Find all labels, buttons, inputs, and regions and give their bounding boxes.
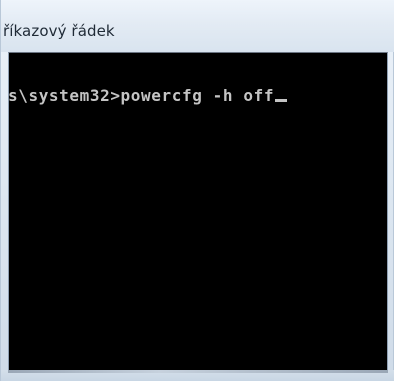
command-prompt-window: říkazový řádek s\system32>powercfg -h of… <box>0 0 394 381</box>
console-area[interactable]: s\system32>powercfg -h off <box>8 52 388 370</box>
title-bar[interactable]: říkazový řádek <box>1 0 394 52</box>
window-title: říkazový řádek <box>3 22 115 40</box>
window-bottom-shade <box>8 370 388 373</box>
text-cursor <box>275 99 288 102</box>
command-text: s\system32>powercfg -h off <box>8 86 275 105</box>
command-line: s\system32>powercfg -h off <box>8 86 288 106</box>
